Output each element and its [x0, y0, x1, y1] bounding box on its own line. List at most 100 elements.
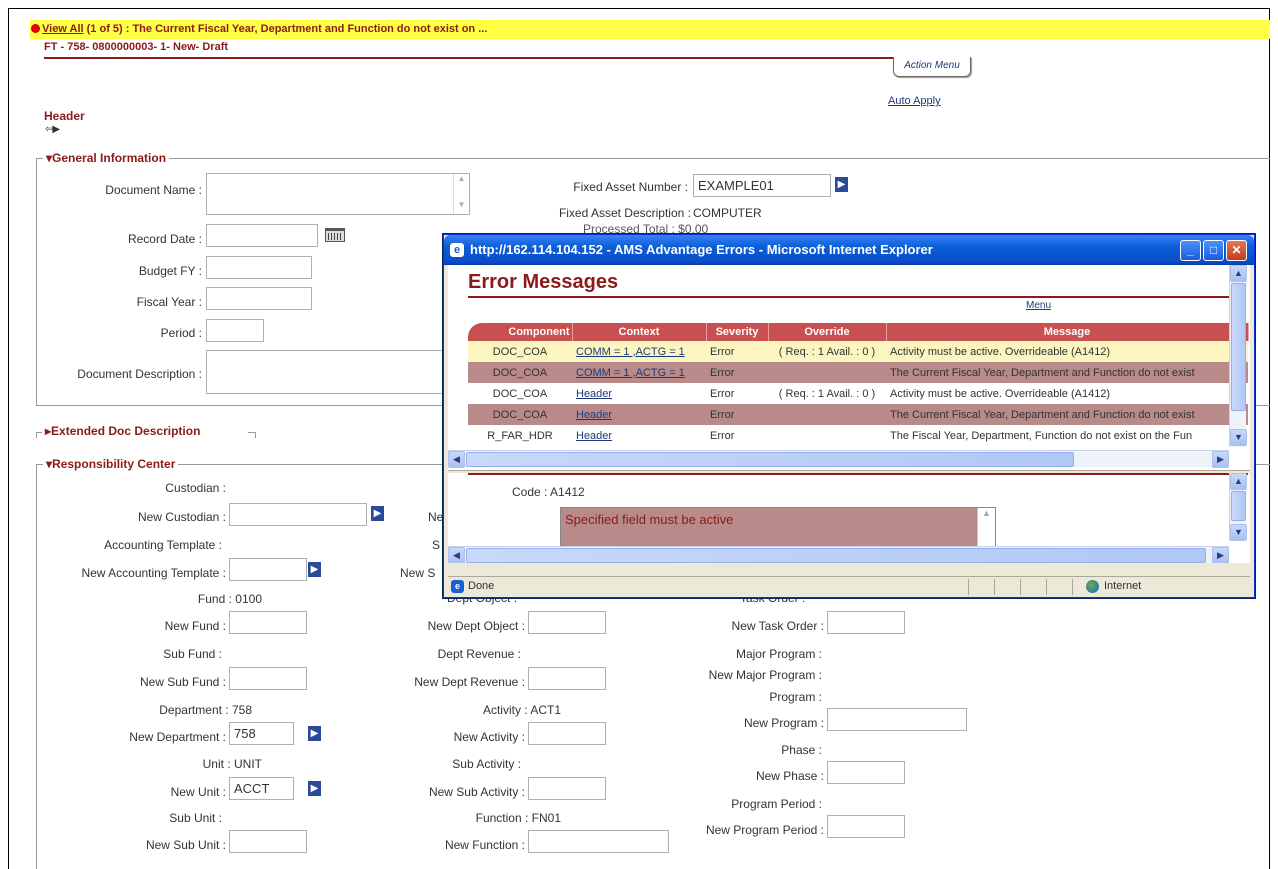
- table-row[interactable]: R_FAR_HDR Header Error The Fiscal Year, …: [468, 425, 1248, 446]
- table-row[interactable]: DOC_COA COMM = 1 ,ACTG = 1 Error ( Req. …: [468, 341, 1248, 362]
- upper-horizontal-scrollbar[interactable]: ◀ ▶: [448, 450, 1229, 468]
- close-button[interactable]: ✕: [1226, 240, 1247, 261]
- status-divider: [1072, 579, 1073, 595]
- unit-picker-icon[interactable]: ▶: [308, 781, 321, 796]
- new-major-program-label: New Major Program :: [708, 668, 822, 682]
- period-label: Period :: [160, 326, 202, 340]
- new-task-order-field[interactable]: [827, 611, 905, 634]
- extended-doc-title[interactable]: ▸Extended Doc Description: [42, 424, 204, 438]
- column-header-context[interactable]: Context: [572, 323, 707, 341]
- scroll-thumb[interactable]: [466, 548, 1206, 563]
- general-information-title[interactable]: ▾General Information: [43, 151, 170, 165]
- scroll-thumb[interactable]: [466, 452, 1074, 467]
- record-date-field[interactable]: [206, 224, 318, 247]
- accounting-template-picker-icon[interactable]: ▶: [308, 562, 321, 577]
- responsibility-center-title[interactable]: ▾Responsibility Center: [43, 457, 179, 471]
- new-dept-object-field[interactable]: [528, 611, 606, 634]
- sub-unit-label: Sub Unit :: [169, 811, 222, 825]
- auto-apply-link[interactable]: Auto Apply: [888, 95, 941, 107]
- new-unit-field[interactable]: ACCT: [229, 777, 294, 800]
- unit-value: UNIT: [234, 757, 262, 771]
- cell-severity: Error: [706, 362, 768, 383]
- new-sub-fund-field[interactable]: [229, 667, 307, 690]
- action-menu-button[interactable]: Action Menu: [893, 57, 971, 77]
- new-accounting-template-field[interactable]: [229, 558, 307, 581]
- fiscal-year-label: Fiscal Year :: [136, 295, 202, 309]
- new-sub-activity-label: New Sub Activity :: [428, 785, 525, 799]
- new-sub-unit-field[interactable]: [229, 830, 307, 853]
- new-sub-activity-field[interactable]: [528, 777, 606, 800]
- new-function-label: New Function :: [444, 838, 525, 852]
- minimize-button[interactable]: _: [1180, 240, 1201, 261]
- new-phase-field[interactable]: [827, 761, 905, 784]
- cell-severity: Error: [706, 425, 768, 446]
- custodian-picker-icon[interactable]: ▶: [371, 506, 384, 521]
- nav-arrows-icon[interactable]: ⇦▶: [45, 124, 60, 135]
- cell-context-link[interactable]: COMM = 1 ,ACTG = 1: [572, 362, 706, 383]
- budget-fy-field[interactable]: [206, 256, 312, 279]
- department-picker-icon[interactable]: ▶: [308, 726, 321, 741]
- cell-context-link[interactable]: Header: [572, 425, 706, 446]
- lower-horizontal-scrollbar[interactable]: ◀ ▶: [448, 546, 1229, 563]
- budget-fy-label: Budget FY :: [138, 264, 202, 278]
- upper-vertical-scrollbar[interactable]: ▲ ▼: [1229, 265, 1247, 447]
- period-field[interactable]: [206, 319, 264, 342]
- document-description-label: Document Description :: [77, 367, 202, 381]
- code-label: Code : A1412: [512, 485, 585, 499]
- new-program-period-field[interactable]: [827, 815, 905, 838]
- fixed-asset-number-field[interactable]: EXAMPLE01: [693, 174, 831, 197]
- scroll-thumb[interactable]: [1231, 491, 1246, 521]
- maximize-button[interactable]: □: [1203, 240, 1224, 261]
- error-banner: View All (1 of 5) : The Current Fiscal Y…: [30, 20, 1270, 39]
- document-id: FT - 758- 0800000003- 1- New- Draft: [44, 41, 229, 53]
- code-scroll-icon[interactable]: ▲: [977, 508, 995, 546]
- table-row[interactable]: DOC_COA Header Error ( Req. : 1 Avail. :…: [468, 383, 1248, 404]
- phase-label: Phase :: [781, 743, 822, 757]
- fixed-asset-description-value: COMPUTER: [693, 206, 762, 220]
- new-department-field[interactable]: 758: [229, 722, 294, 745]
- table-row[interactable]: DOC_COA COMM = 1 ,ACTG = 1 Error The Cur…: [468, 362, 1248, 383]
- fiscal-year-field[interactable]: [206, 287, 312, 310]
- new-dept-revenue-field[interactable]: [528, 667, 606, 690]
- sub-fund-label: Sub Fund :: [163, 647, 222, 661]
- new-sub-unit-label: New Sub Unit :: [145, 838, 226, 852]
- cell-context-link[interactable]: Header: [572, 404, 706, 425]
- column-header-override[interactable]: Override: [768, 323, 887, 341]
- new-phase-label: New Phase :: [755, 769, 824, 783]
- view-all-link[interactable]: View All: [42, 23, 84, 35]
- lower-vertical-scrollbar[interactable]: ▲ ▼: [1229, 473, 1247, 541]
- document-description-field[interactable]: [206, 350, 450, 394]
- frame-splitter[interactable]: [448, 470, 1250, 473]
- scroll-down-icon[interactable]: ▼: [1230, 429, 1247, 446]
- scroll-right-icon[interactable]: ▶: [1212, 547, 1229, 563]
- unit-label: Unit : UNIT: [202, 757, 262, 771]
- new-fund-field[interactable]: [229, 611, 307, 634]
- calendar-icon[interactable]: [325, 228, 345, 242]
- scroll-left-icon[interactable]: ◀: [448, 451, 465, 468]
- table-row[interactable]: DOC_COA Header Error The Current Fiscal …: [468, 404, 1248, 425]
- scroll-thumb[interactable]: [1231, 283, 1246, 411]
- new-program-field[interactable]: [827, 708, 967, 731]
- scroll-up-icon[interactable]: ▲: [1230, 473, 1247, 490]
- menu-link[interactable]: Menu: [1026, 300, 1051, 311]
- column-header-component[interactable]: Component: [468, 323, 573, 341]
- cell-component: R_FAR_HDR: [468, 425, 572, 446]
- new-activity-field[interactable]: [528, 722, 606, 745]
- fixed-asset-picker-icon[interactable]: ▶: [835, 177, 848, 192]
- document-name-field[interactable]: ▲ ▼: [206, 173, 470, 215]
- status-divider: [968, 579, 969, 595]
- scroll-up-icon[interactable]: ▲: [1230, 265, 1247, 282]
- title-divider: [44, 57, 944, 59]
- new-custodian-field[interactable]: [229, 503, 367, 526]
- scroll-left-icon[interactable]: ◀: [448, 547, 465, 563]
- scroll-down-icon[interactable]: ▼: [1230, 524, 1247, 541]
- column-header-severity[interactable]: Severity: [706, 323, 769, 341]
- cell-context-link[interactable]: Header: [572, 383, 706, 404]
- popup-titlebar[interactable]: e http://162.114.104.152 - AMS Advantage…: [444, 235, 1254, 265]
- scroll-right-icon[interactable]: ▶: [1212, 451, 1229, 468]
- new-function-field[interactable]: [528, 830, 669, 853]
- column-header-message[interactable]: Message: [886, 323, 1249, 341]
- cell-context-link[interactable]: COMM = 1 ,ACTG = 1: [572, 341, 706, 362]
- major-program-label: Major Program :: [735, 647, 822, 661]
- internet-zone-icon: [1086, 580, 1099, 593]
